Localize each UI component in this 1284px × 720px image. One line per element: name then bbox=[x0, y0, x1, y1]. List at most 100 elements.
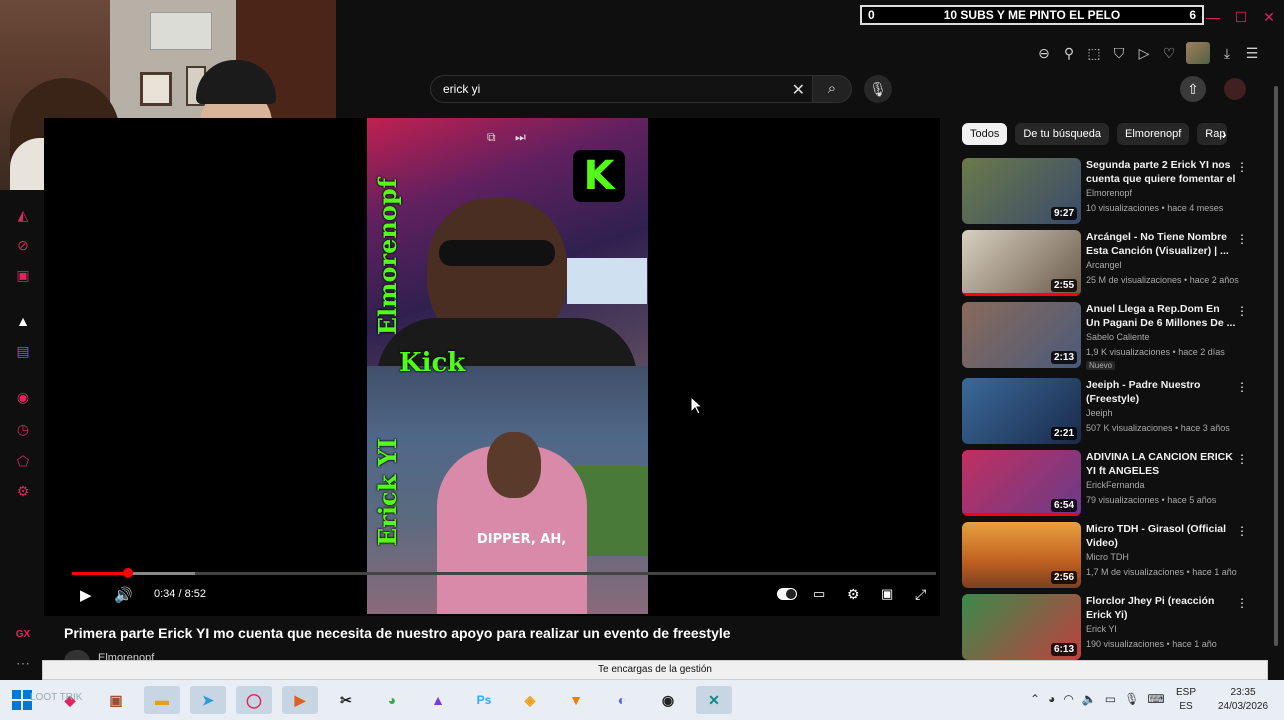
clear-search-icon[interactable]: ✕ bbox=[792, 80, 805, 100]
file-explorer-icon[interactable]: ▬ bbox=[144, 686, 180, 714]
account-avatar[interactable] bbox=[1224, 78, 1246, 100]
related-title[interactable]: Jeeiph - Padre Nuestro (Freestyle) bbox=[1086, 378, 1236, 406]
theater-mode-icon[interactable]: ▣ bbox=[881, 586, 893, 602]
play-button[interactable]: ▶ bbox=[80, 586, 92, 604]
vlc-icon[interactable]: ▼ bbox=[558, 686, 594, 714]
subtitles-icon[interactable]: ▭ bbox=[813, 586, 825, 602]
search-box[interactable]: ✕ bbox=[430, 75, 816, 103]
shopping-icon[interactable]: ◭ bbox=[14, 206, 32, 224]
download-icon[interactable]: ⤓ bbox=[1219, 44, 1235, 62]
pin-icon[interactable]: ⚲ bbox=[1061, 44, 1077, 62]
game-app-icon[interactable]: ▣ bbox=[98, 686, 134, 714]
menu-icon[interactable]: ☰ bbox=[1244, 44, 1260, 62]
clock[interactable]: 23:35 24/03/2026 bbox=[1218, 686, 1268, 714]
wifi-icon[interactable]: ◠ bbox=[1063, 692, 1073, 706]
language-indicator[interactable]: ESP ES bbox=[1176, 686, 1196, 714]
heart-icon[interactable]: ♡ bbox=[1161, 44, 1177, 62]
chip-todos[interactable]: Todos bbox=[962, 123, 1008, 145]
chrome-tray-icon[interactable]: ◕ bbox=[1048, 692, 1055, 706]
maximize-icon[interactable]: ☐ bbox=[1234, 10, 1248, 24]
monitor-icon[interactable]: ▭ bbox=[1105, 692, 1116, 706]
capcut-icon[interactable]: ✂ bbox=[328, 686, 364, 714]
related-item[interactable]: 2:21 Jeeiph - Padre Nuestro (Freestyle) … bbox=[962, 378, 1250, 446]
related-item[interactable]: 6:13 Florclor Jhey Pi (reacción Erick Yi… bbox=[962, 594, 1250, 662]
related-thumbnail[interactable]: 6:54 bbox=[962, 450, 1081, 516]
keyboard-icon[interactable]: ⌨ bbox=[1147, 692, 1164, 706]
clock-icon[interactable]: ◷ bbox=[14, 420, 32, 438]
close-icon[interactable]: ✕ bbox=[1262, 10, 1276, 24]
related-thumbnail[interactable]: 2:55 bbox=[962, 230, 1081, 296]
zoom-out-icon[interactable]: ⊖ bbox=[1036, 44, 1052, 62]
windows-start-icon[interactable] bbox=[12, 690, 32, 710]
related-channel[interactable]: Jeeiph bbox=[1086, 408, 1113, 418]
more-icon[interactable]: ⋯ bbox=[14, 654, 32, 672]
related-title[interactable]: Florclor Jhey Pi (reacción Erick Yi) bbox=[1086, 594, 1236, 622]
video-frame[interactable]: K ⧉ ⏭ DIPPER, AH, Elmorenopf Kick Erick … bbox=[367, 118, 648, 614]
related-channel[interactable]: Micro TDH bbox=[1086, 552, 1129, 562]
chevron-up-icon[interactable]: ⌃ bbox=[1030, 692, 1040, 706]
opera-gx-icon[interactable]: ◯ bbox=[236, 686, 272, 714]
related-channel[interactable]: Arcangel bbox=[1086, 260, 1122, 270]
progress-bar[interactable] bbox=[72, 568, 936, 578]
obs-icon[interactable]: ◉ bbox=[650, 686, 686, 714]
arrow-app-icon[interactable]: ▲ bbox=[14, 312, 32, 330]
speaker-icon[interactable]: 🔈 bbox=[1082, 692, 1097, 706]
related-title[interactable]: Anuel Llega a Rep.Dom En Un Pagani De 6 … bbox=[1086, 302, 1236, 330]
related-title[interactable]: Arcángel - No Tiene Nombre Esta Canción … bbox=[1086, 230, 1236, 258]
voice-search-button[interactable]: 🎙 bbox=[864, 75, 892, 103]
affinity-icon[interactable]: ▲ bbox=[420, 686, 456, 714]
extensions-icon[interactable]: ⬠ bbox=[14, 452, 32, 470]
tool-app-icon[interactable]: ✕ bbox=[696, 686, 732, 714]
send-icon[interactable]: ▷ bbox=[1136, 44, 1152, 62]
twitch-icon[interactable]: ▤ bbox=[14, 342, 32, 360]
related-thumbnail[interactable]: 6:13 bbox=[962, 594, 1081, 660]
related-thumbnail[interactable]: 2:56 bbox=[962, 522, 1081, 588]
more-vert-icon[interactable]: ⋮ bbox=[1236, 380, 1248, 394]
related-thumbnail[interactable]: 2:21 bbox=[962, 378, 1081, 444]
chip-de-tu-busqueda[interactable]: De tu búsqueda bbox=[1015, 123, 1110, 145]
browser-app-icon[interactable]: ◈ bbox=[512, 686, 548, 714]
page-scrollbar[interactable] bbox=[1268, 70, 1284, 660]
chrome-icon[interactable]: ◕ bbox=[374, 686, 410, 714]
discord-icon[interactable]: ◐ bbox=[604, 686, 640, 714]
ban-icon[interactable]: ⊘ bbox=[14, 236, 32, 254]
minimize-icon[interactable]: — bbox=[1206, 10, 1220, 24]
shield-icon[interactable]: ⛉ bbox=[1111, 44, 1127, 62]
chevron-right-icon[interactable]: › bbox=[1222, 126, 1227, 142]
search-input[interactable] bbox=[443, 80, 773, 98]
gx-label[interactable]: GX bbox=[14, 626, 32, 644]
related-item[interactable]: 2:56 Micro TDH - Girasol (Official Video… bbox=[962, 522, 1250, 590]
related-thumbnail[interactable]: 9:27 bbox=[962, 158, 1081, 224]
autoplay-toggle[interactable] bbox=[777, 588, 797, 600]
more-vert-icon[interactable]: ⋮ bbox=[1236, 452, 1248, 466]
related-title[interactable]: Micro TDH - Girasol (Official Video) bbox=[1086, 522, 1236, 550]
related-channel[interactable]: Elmorenopf bbox=[1086, 188, 1132, 198]
related-channel[interactable]: Erick YI bbox=[1086, 624, 1117, 634]
settings-gear-icon[interactable]: ⚙ bbox=[847, 586, 860, 603]
photoshop-icon[interactable]: Ps bbox=[466, 686, 502, 714]
chip-elmorenopf[interactable]: Elmorenopf bbox=[1117, 123, 1190, 145]
related-channel[interactable]: ErickFernanda bbox=[1086, 480, 1145, 490]
media-player-icon[interactable]: ▶ bbox=[282, 686, 318, 714]
expand-icon[interactable]: ⧉ bbox=[487, 130, 496, 145]
search-button[interactable]: ⌕ bbox=[812, 75, 852, 103]
related-item[interactable]: 9:27 Segunda parte 2 Erick YI nos cuenta… bbox=[962, 158, 1250, 226]
related-title[interactable]: ADIVINA LA CANCION ERICK YI ft ANGELES bbox=[1086, 450, 1236, 478]
fullscreen-icon[interactable]: ⤢ bbox=[915, 586, 926, 603]
settings-icon[interactable]: ⚙ bbox=[14, 482, 32, 500]
play-circle-icon[interactable]: ◉ bbox=[14, 388, 32, 406]
profile-avatar[interactable] bbox=[1186, 42, 1210, 64]
mail-icon[interactable]: ▣ bbox=[14, 266, 32, 284]
more-vert-icon[interactable]: ⋮ bbox=[1236, 596, 1248, 610]
related-item[interactable]: 2:55 Arcángel - No Tiene Nombre Esta Can… bbox=[962, 230, 1250, 298]
mic-tray-icon[interactable]: 🎙 bbox=[1124, 692, 1139, 706]
telegram-icon[interactable]: ➤ bbox=[190, 686, 226, 714]
more-vert-icon[interactable]: ⋮ bbox=[1236, 524, 1248, 538]
related-item[interactable]: 6:54 ADIVINA LA CANCION ERICK YI ft ANGE… bbox=[962, 450, 1250, 518]
snapshot-icon[interactable]: ⬚ bbox=[1086, 44, 1102, 62]
related-title[interactable]: Segunda parte 2 Erick YI nos cuenta que … bbox=[1086, 158, 1236, 186]
more-vert-icon[interactable]: ⋮ bbox=[1236, 160, 1248, 174]
related-item[interactable]: 2:13 Anuel Llega a Rep.Dom En Un Pagani … bbox=[962, 302, 1250, 370]
volume-icon[interactable]: 🔊 bbox=[114, 586, 133, 604]
related-thumbnail[interactable]: 2:13 bbox=[962, 302, 1081, 368]
